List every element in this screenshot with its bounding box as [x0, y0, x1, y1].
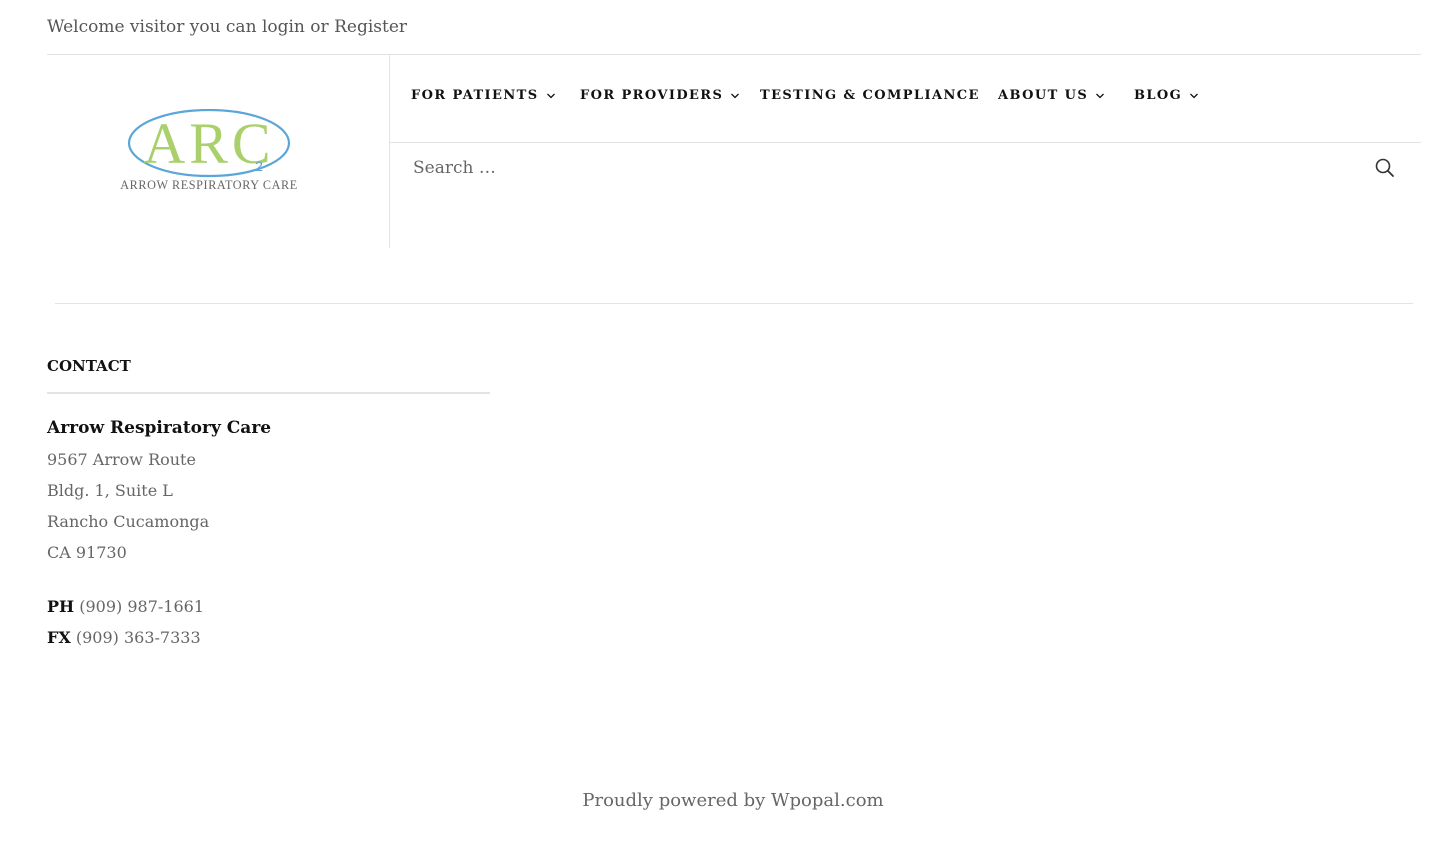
contact-address: Arrow Respiratory Care 9567 Arrow Route …: [47, 413, 271, 568]
welcome-text: Welcome visitor you can: [47, 17, 257, 37]
register-link[interactable]: Register: [334, 17, 407, 37]
phone-label: PH: [47, 597, 75, 616]
fax-line: FX (909) 363-7333: [47, 622, 204, 653]
welcome-bar: Welcome visitor you can login or Registe…: [47, 14, 407, 40]
address-line: CA 91730: [47, 543, 127, 562]
logo[interactable]: ARC 2 ARROW RESPIRATORY CARE: [69, 109, 349, 193]
nav-item-label: FOR PROVIDERS: [580, 88, 724, 103]
nav-item-for-providers[interactable]: FOR PROVIDERS: [580, 88, 740, 103]
logo-area: ARC 2 ARROW RESPIRATORY CARE: [47, 55, 390, 248]
main-nav: FOR PATIENTS FOR PROVIDERS TESTING & COM…: [390, 55, 1421, 143]
nav-item-for-patients[interactable]: FOR PATIENTS: [411, 88, 556, 103]
or-text: or: [310, 17, 329, 37]
nav-item-label: TESTING & COMPLIANCE: [760, 88, 980, 103]
nav-item-about-us[interactable]: ABOUT US: [998, 88, 1105, 103]
fax-label: FX: [47, 628, 71, 647]
phone-number[interactable]: (909) 987-1661: [79, 597, 204, 616]
chevron-down-icon: [1096, 93, 1105, 98]
chevron-down-icon: [546, 93, 555, 98]
address-line: 9567 Arrow Route: [47, 450, 196, 469]
content-divider: [55, 303, 1413, 304]
address-line: Bldg. 1, Suite L: [47, 481, 173, 500]
address-line: Rancho Cucamonga: [47, 512, 210, 531]
nav-item-blog[interactable]: BLOG: [1134, 88, 1199, 103]
phone-line: PH (909) 987-1661: [47, 591, 204, 622]
nav-item-label: FOR PATIENTS: [411, 88, 539, 103]
login-link[interactable]: login: [262, 17, 305, 37]
logo-subscript: 2: [255, 158, 263, 174]
search-icon[interactable]: [1373, 156, 1397, 180]
search-form: [390, 143, 1421, 193]
chevron-down-icon: [731, 93, 740, 98]
contact-org-name: Arrow Respiratory Care: [47, 418, 272, 438]
nav-item-label: ABOUT US: [998, 88, 1089, 103]
nav-item-testing-compliance[interactable]: TESTING & COMPLIANCE: [760, 88, 980, 103]
chevron-down-icon: [1190, 93, 1199, 98]
contact-title-underline: [47, 392, 490, 394]
fax-number: (909) 363-7333: [75, 628, 201, 647]
logo-tagline: ARROW RESPIRATORY CARE: [120, 178, 298, 192]
footer-credit[interactable]: Proudly powered by Wpopal.com: [0, 790, 1441, 811]
contact-phones: PH (909) 987-1661 FX (909) 363-7333: [47, 591, 204, 653]
nav-item-label: BLOG: [1134, 88, 1183, 103]
contact-title: CONTACT: [47, 357, 131, 375]
search-input[interactable]: [390, 149, 1350, 187]
